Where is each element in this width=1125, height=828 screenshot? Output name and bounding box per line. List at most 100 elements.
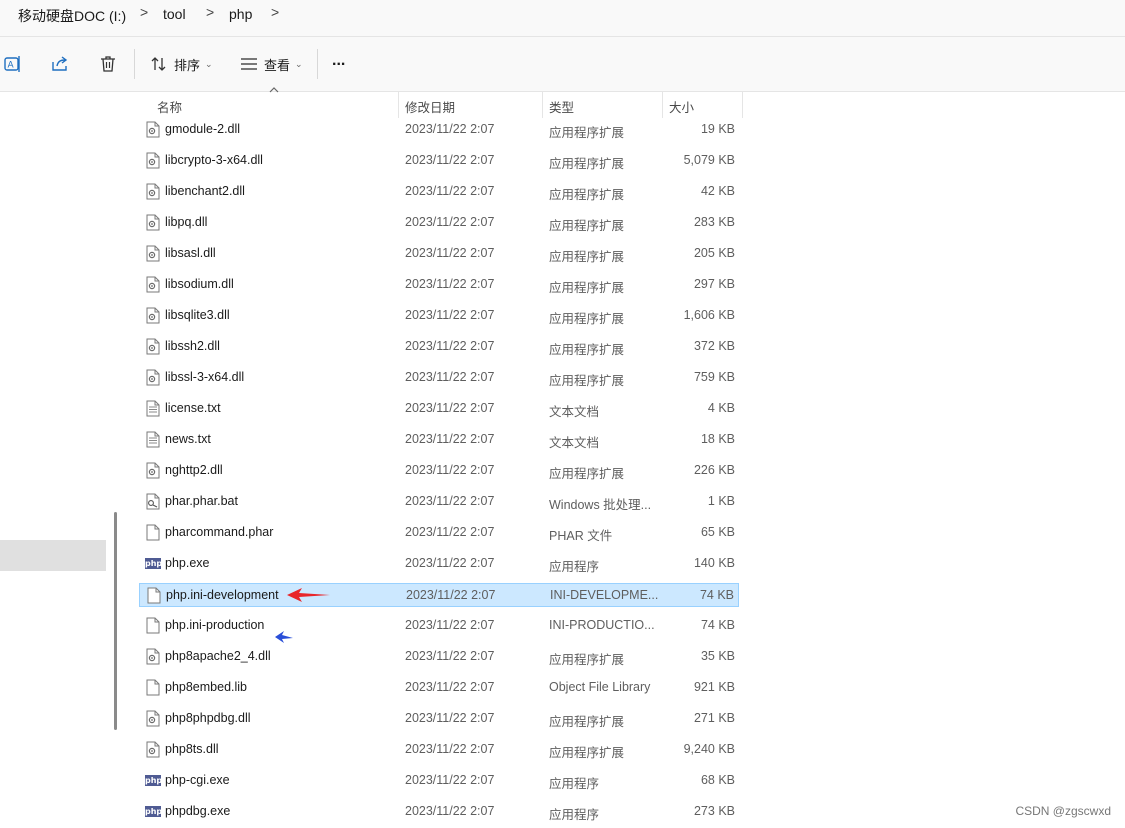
dll-icon	[146, 245, 160, 262]
file-type: 应用程序	[549, 777, 600, 791]
file-row[interactable]: php php-cgi.exe 2023/11/22 2:07 应用程序 68 KB	[139, 769, 739, 793]
dll-icon	[146, 183, 160, 200]
file-name: gmodule-2.dll	[165, 122, 241, 136]
view-button[interactable]: 查看 ⌄	[240, 54, 303, 74]
nav-selected-item[interactable]	[0, 540, 106, 571]
file-type: 应用程序扩展	[549, 343, 625, 357]
file-row[interactable]: libenchant2.dll 2023/11/22 2:07 应用程序扩展 42 K…	[139, 180, 739, 204]
file-row[interactable]: libcrypto-3-x64.dll 2023/11/22 2:07 应用程序扩展…	[139, 149, 739, 173]
file-row[interactable]: gmodule-2.dll 2023/11/22 2:07 应用程序扩展 19 KB	[139, 118, 739, 142]
file-row[interactable]: php8ts.dll 2023/11/22 2:07 应用程序扩展 9,240 KB	[139, 738, 739, 762]
share-icon[interactable]	[50, 54, 70, 74]
file-date: 2023/11/22 2:07	[405, 649, 495, 663]
blank-file-icon	[146, 617, 160, 634]
breadcrumb-item-drive[interactable]: 移动硬盘DOC (I:)	[18, 6, 126, 26]
chevron-down-icon: ⌄	[205, 58, 213, 69]
delete-icon[interactable]	[98, 54, 118, 74]
file-date: 2023/11/22 2:07	[405, 742, 495, 756]
file-date: 2023/11/22 2:07	[405, 246, 495, 260]
file-row[interactable]: php8apache2_4.dll 2023/11/22 2:07 应用程序扩展 35…	[139, 645, 739, 669]
file-row[interactable]: libpq.dll 2023/11/22 2:07 应用程序扩展 283 KB	[139, 211, 739, 235]
column-header-name[interactable]: 名称	[157, 97, 182, 116]
file-date: 2023/11/22 2:07	[405, 525, 495, 539]
dll-icon	[146, 462, 160, 479]
file-row[interactable]: php.ini-development 2023/11/22 2:07 INI-DE…	[139, 583, 739, 607]
file-row[interactable]: news.txt 2023/11/22 2:07 文本文档 18 KB	[139, 428, 739, 452]
file-type: Object File Library	[549, 680, 651, 694]
sort-button[interactable]: 排序 ⌄	[150, 54, 213, 74]
chevron-right-icon[interactable]: >	[271, 4, 279, 20]
column-header-type[interactable]: 类型	[549, 97, 574, 116]
file-name: libsasl.dll	[165, 246, 216, 260]
file-size: 1 KB	[707, 494, 735, 508]
file-size: 74 KB	[699, 588, 734, 602]
column-header-date[interactable]: 修改日期	[405, 97, 455, 116]
file-row[interactable]: php php.exe 2023/11/22 2:07 应用程序 140 KB	[139, 552, 739, 576]
file-type: 应用程序	[549, 560, 600, 574]
file-row[interactable]: phar.phar.bat 2023/11/22 2:07 Windows 批处理.…	[139, 490, 739, 514]
breadcrumb-item-php[interactable]: php	[229, 6, 252, 22]
file-type: 文本文档	[549, 436, 600, 450]
file-date: 2023/11/22 2:07	[405, 277, 495, 291]
file-row[interactable]: php8embed.lib 2023/11/22 2:07 Object File …	[139, 676, 739, 700]
file-type: 应用程序扩展	[549, 281, 625, 295]
file-name: php.ini-development	[166, 588, 279, 602]
php-exe-icon: php	[145, 806, 163, 817]
file-row[interactable]: php phpdbg.exe 2023/11/22 2:07 应用程序 273 KB	[139, 800, 739, 824]
file-type: 应用程序扩展	[549, 746, 625, 760]
toolbar-divider	[134, 49, 135, 79]
file-row[interactable]: libsqlite3.dll 2023/11/22 2:07 应用程序扩展 1,606…	[139, 304, 739, 328]
file-size: 74 KB	[700, 618, 735, 632]
chevron-right-icon[interactable]: >	[140, 4, 148, 20]
column-divider[interactable]	[742, 92, 743, 118]
file-date: 2023/11/22 2:07	[405, 370, 495, 384]
file-row[interactable]: libsodium.dll 2023/11/22 2:07 应用程序扩展 297 KB	[139, 273, 739, 297]
sort-icon	[151, 57, 166, 71]
text-file-icon	[146, 431, 160, 448]
file-type: 文本文档	[549, 405, 600, 419]
file-date: 2023/11/22 2:07	[405, 618, 495, 632]
file-date: 2023/11/22 2:07	[405, 773, 495, 787]
file-name: phar.phar.bat	[165, 494, 238, 508]
more-options-button[interactable]: ...	[332, 51, 345, 71]
php-exe-icon: php	[145, 558, 163, 569]
rename-icon[interactable]: A	[3, 54, 23, 74]
file-size: 18 KB	[700, 432, 735, 446]
file-row[interactable]: libssl-3-x64.dll 2023/11/22 2:07 应用程序扩展 759…	[139, 366, 739, 390]
file-size: 372 KB	[693, 339, 735, 353]
file-row[interactable]: libssh2.dll 2023/11/22 2:07 应用程序扩展 372 KB	[139, 335, 739, 359]
column-header-size[interactable]: 大小	[669, 97, 694, 116]
file-name: pharcommand.phar	[165, 525, 274, 539]
chevron-right-icon[interactable]: >	[206, 4, 214, 20]
nav-scrollbar-thumb[interactable]	[114, 512, 117, 730]
file-row[interactable]: php8phpdbg.dll 2023/11/22 2:07 应用程序扩展 271 K…	[139, 707, 739, 731]
file-row[interactable]: license.txt 2023/11/22 2:07 文本文档 4 KB	[139, 397, 739, 421]
file-size: 5,079 KB	[683, 153, 735, 167]
file-type: PHAR 文件	[549, 529, 613, 543]
file-size: 297 KB	[693, 277, 735, 291]
blue-arrow-icon	[275, 631, 293, 643]
file-type: 应用程序扩展	[549, 467, 625, 481]
sort-ascending-icon	[269, 87, 279, 93]
blank-file-icon	[146, 679, 160, 696]
file-name: nghttp2.dll	[165, 463, 223, 477]
file-size: 921 KB	[693, 680, 735, 694]
file-row[interactable]: nghttp2.dll 2023/11/22 2:07 应用程序扩展 226 KB	[139, 459, 739, 483]
column-divider[interactable]	[398, 92, 399, 118]
file-name: libpq.dll	[165, 215, 208, 229]
column-divider[interactable]	[542, 92, 543, 118]
file-row[interactable]: pharcommand.phar 2023/11/22 2:07 PHAR 文件 65…	[139, 521, 739, 545]
file-date: 2023/11/22 2:07	[405, 680, 495, 694]
file-type: 应用程序扩展	[549, 188, 625, 202]
file-date: 2023/11/22 2:07	[405, 122, 495, 136]
red-arrow-icon	[287, 588, 330, 602]
file-type: Windows 批处理...	[549, 498, 652, 512]
file-date: 2023/11/22 2:07	[405, 184, 495, 198]
file-date: 2023/11/22 2:07	[405, 711, 495, 725]
file-row[interactable]: libsasl.dll 2023/11/22 2:07 应用程序扩展 205 KB	[139, 242, 739, 266]
column-divider[interactable]	[662, 92, 663, 118]
file-row[interactable]: php.ini-production 2023/11/22 2:07 INI-PRO…	[139, 614, 739, 638]
view-list-icon	[241, 58, 257, 70]
dll-icon	[146, 648, 160, 665]
breadcrumb-item-tool[interactable]: tool	[163, 6, 186, 22]
